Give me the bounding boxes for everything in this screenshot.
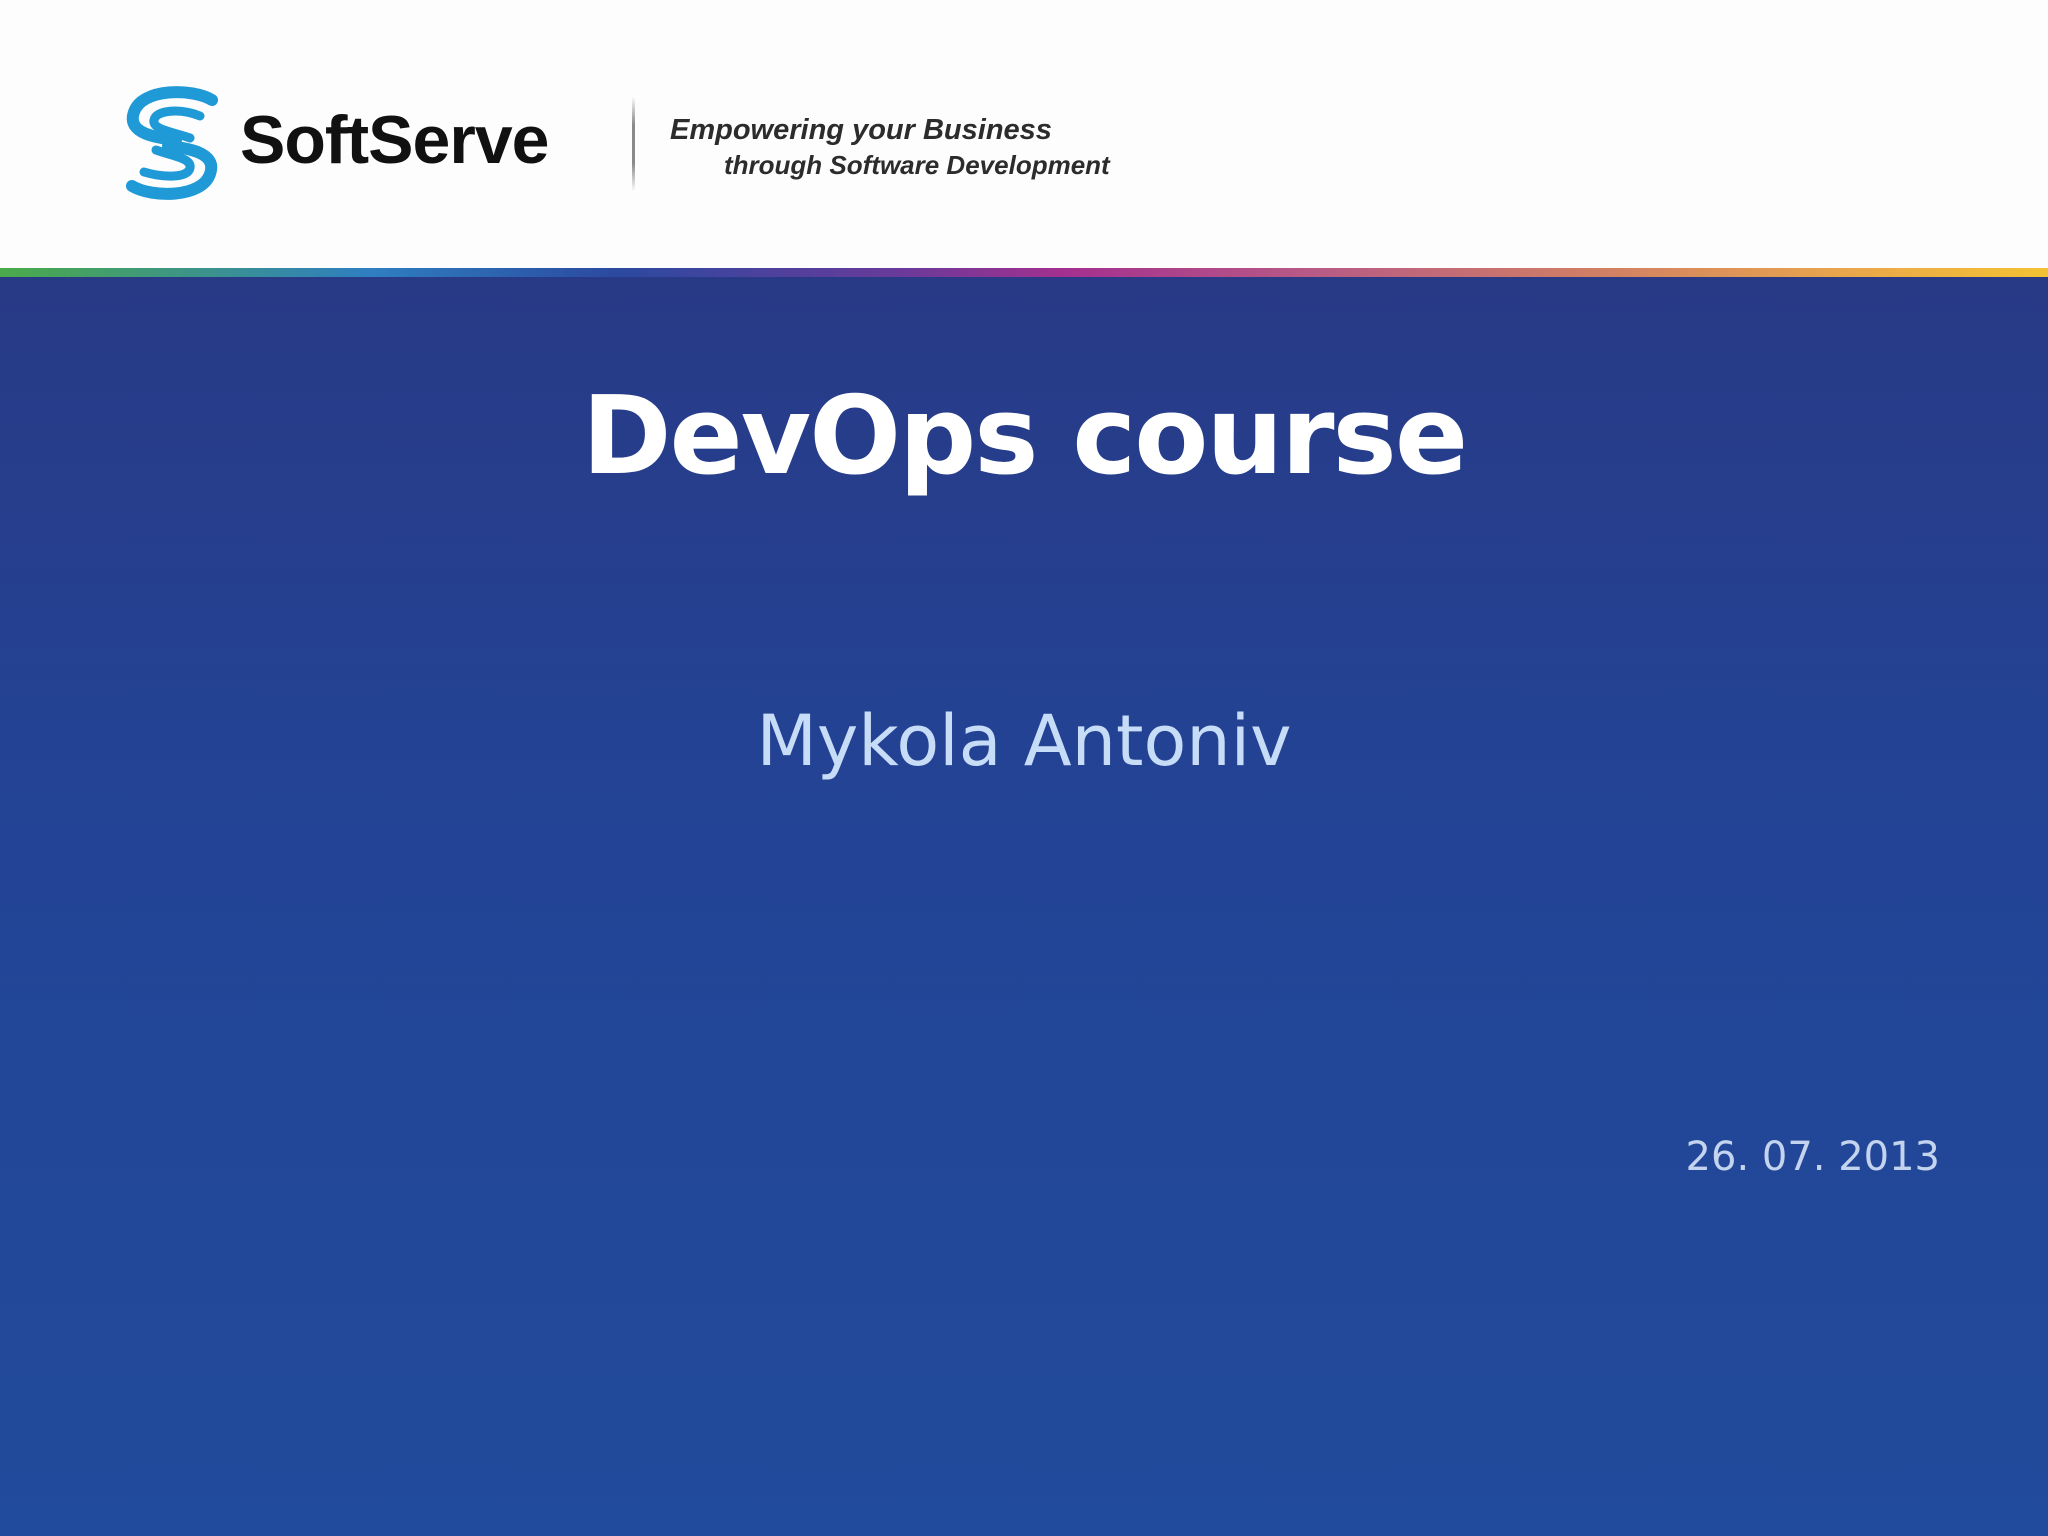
softserve-s-logo-icon xyxy=(116,86,228,200)
slide-header: SoftServe Empowering your Business throu… xyxy=(0,0,2048,270)
logo-divider xyxy=(632,96,635,192)
slide-title: DevOps course xyxy=(581,374,1468,499)
tagline-line-1: Empowering your Business xyxy=(670,114,1052,146)
accent-stripe xyxy=(0,268,2048,277)
title-slide: SoftServe Empowering your Business throu… xyxy=(0,0,2048,1536)
author-name: Mykola Antoniv xyxy=(756,700,1292,782)
slide-date: 26. 07. 2013 xyxy=(1685,1134,1940,1180)
brand-tagline: Empowering your Business through Softwar… xyxy=(670,112,1110,182)
tagline-line-2: through Software Development xyxy=(724,150,1110,180)
brand-name: SoftServe xyxy=(240,102,549,178)
